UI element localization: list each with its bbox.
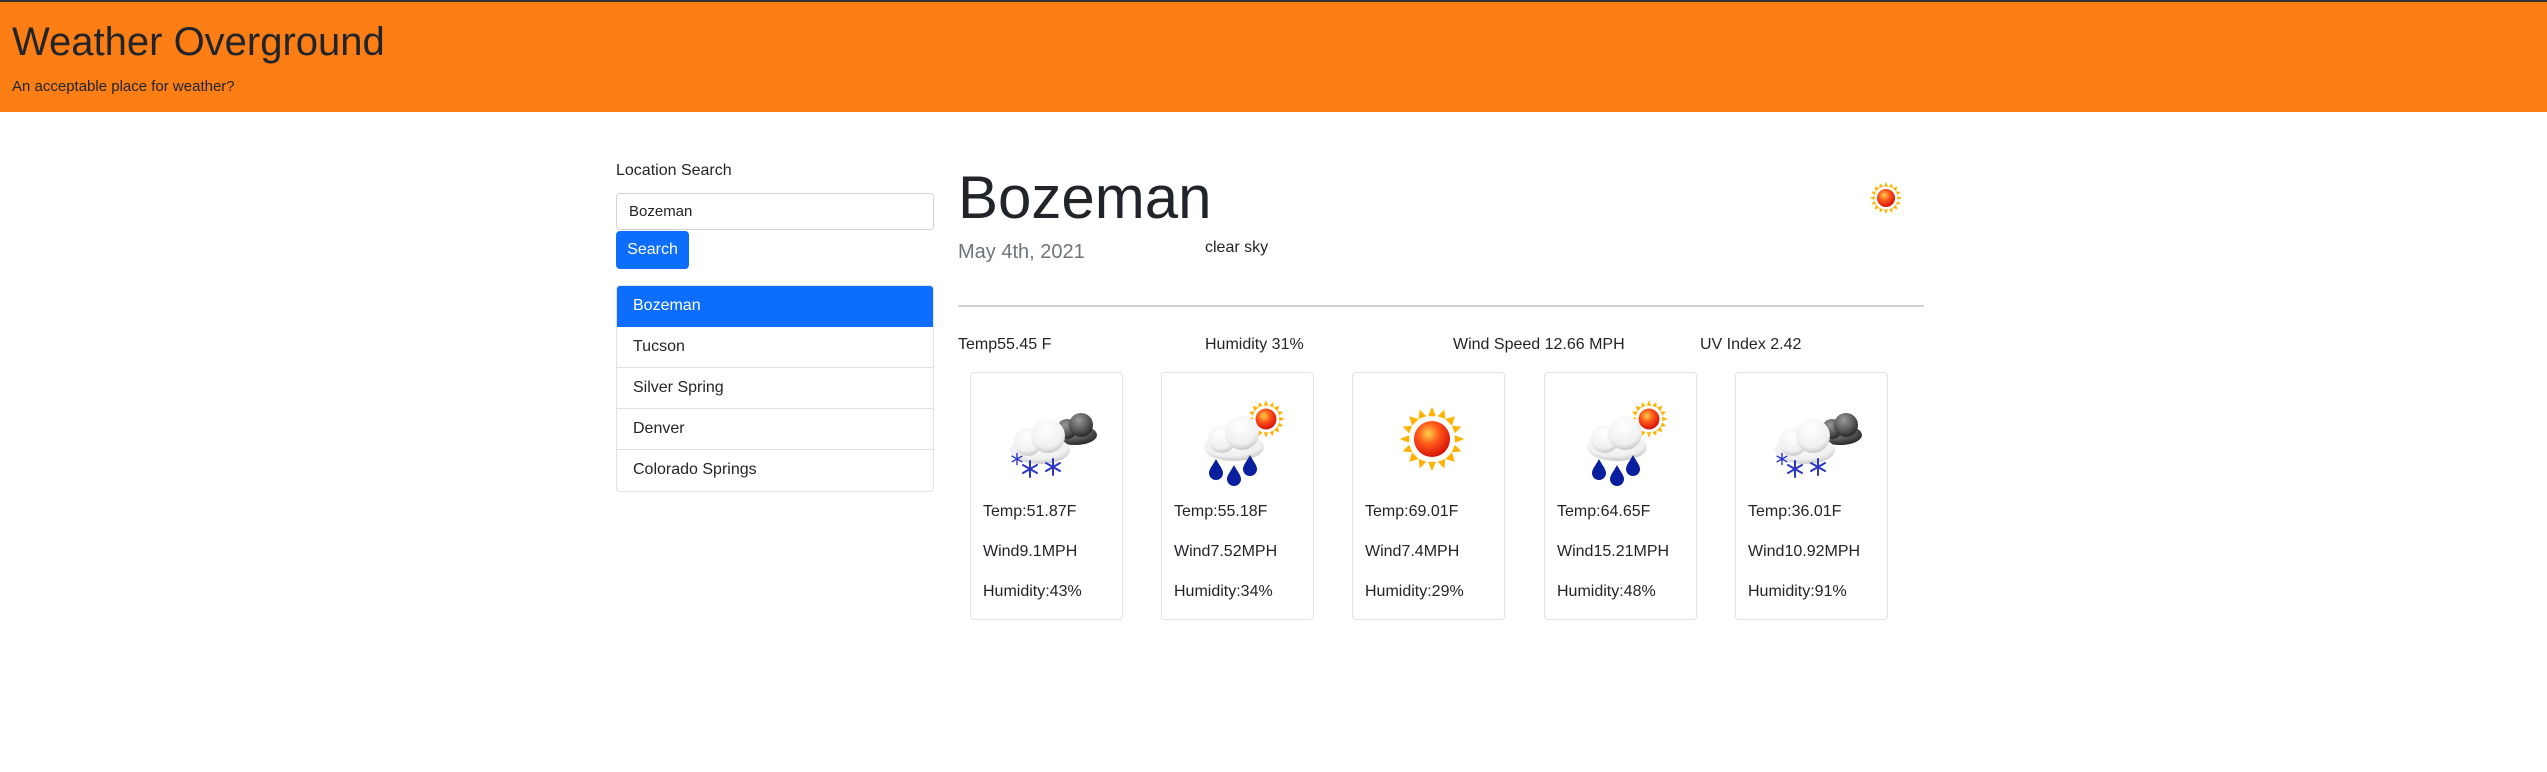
rain-sun-cloud-icon (1204, 400, 1285, 486)
forecast-card: Temp:51.87F Wind9.1MPH Humidity:43% (970, 372, 1123, 620)
saved-cities-list: Bozeman Tucson Silver Spring Denver Colo… (616, 285, 934, 492)
current-humidity: Humidity 31% (1205, 336, 1304, 353)
current-date: May 4th, 2021 (958, 241, 1085, 263)
sun-icon (1869, 181, 1903, 215)
forecast-humidity: Humidity:29% (1365, 583, 1464, 600)
header-banner: Weather Overground An acceptable place f… (0, 0, 2547, 112)
current-city-name: Bozeman (958, 164, 1212, 231)
forecast-wind: Wind7.52MPH (1174, 543, 1278, 560)
forecast-card: Temp:55.18F Wind7.52MPH Humidity:34% (1161, 372, 1314, 620)
forecast-humidity: Humidity:91% (1748, 583, 1847, 600)
search-button[interactable]: Search (616, 231, 689, 269)
forecast-card: Temp:36.01F Wind10.92MPH Humidity:91% (1735, 372, 1888, 620)
snow-cloud-icon (1775, 413, 1862, 478)
current-description: clear sky (1205, 239, 1269, 256)
city-item-bozeman[interactable]: Bozeman (617, 286, 933, 327)
current-wind-speed: Wind Speed 12.66 MPH (1453, 336, 1625, 353)
snow-cloud-icon (1010, 413, 1097, 478)
site-subtitle: An acceptable place for weather? (12, 78, 235, 95)
city-item-denver[interactable]: Denver (617, 409, 933, 450)
sun-icon (1399, 406, 1465, 472)
current-uv-index: UV Index 2.42 (1700, 336, 1802, 353)
forecast-wind: Wind15.21MPH (1557, 543, 1670, 560)
forecast-temp: Temp:64.65F (1557, 503, 1651, 520)
forecast-card: Temp:69.01F Wind7.4MPH Humidity:29% (1352, 372, 1505, 620)
forecast-humidity: Humidity:34% (1174, 583, 1273, 600)
forecast-temp: Temp:36.01F (1748, 503, 1842, 520)
forecast-humidity: Humidity:48% (1557, 583, 1656, 600)
forecast-temp: Temp:55.18F (1174, 503, 1268, 520)
city-item-colorado-springs[interactable]: Colorado Springs (617, 450, 933, 491)
forecast-wind: Wind10.92MPH (1748, 543, 1861, 560)
current-temperature: Temp55.45 F (958, 336, 1052, 353)
city-item-silver-spring[interactable]: Silver Spring (617, 368, 933, 409)
location-search-input[interactable] (616, 193, 934, 230)
rain-sun-cloud-icon (1587, 400, 1668, 486)
city-item-tucson[interactable]: Tucson (617, 327, 933, 368)
forecast-temp: Temp:69.01F (1365, 503, 1459, 520)
location-search-label: Location Search (616, 162, 732, 179)
section-divider (958, 305, 1924, 307)
forecast-humidity: Humidity:43% (983, 583, 1082, 600)
forecast-wind: Wind7.4MPH (1365, 543, 1460, 560)
forecast-temp: Temp:51.87F (983, 503, 1077, 520)
forecast-wind: Wind9.1MPH (983, 543, 1078, 560)
site-title: Weather Overground (12, 20, 385, 64)
forecast-card: Temp:64.65F Wind15.21MPH Humidity:48% (1544, 372, 1697, 620)
